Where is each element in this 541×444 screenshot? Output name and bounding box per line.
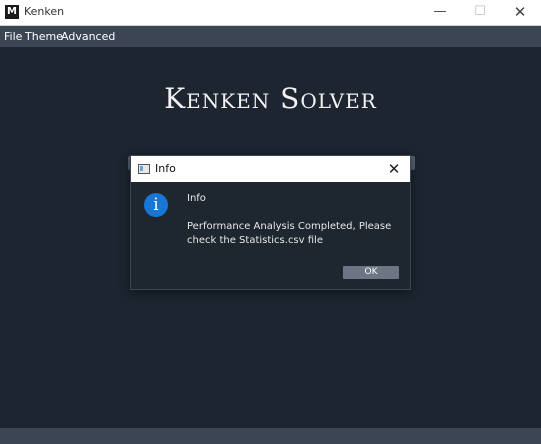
close-window-button[interactable]: ✕ [500, 0, 540, 25]
info-icon: i [144, 193, 168, 217]
ok-button[interactable]: OK [343, 266, 399, 279]
menu-bar: File Theme Advanced [0, 26, 541, 47]
menu-file[interactable]: File [4, 30, 22, 43]
window-title: Kenken [24, 5, 65, 18]
dialog-close-icon[interactable]: ✕ [384, 159, 404, 179]
menu-theme[interactable]: Theme [25, 30, 63, 43]
window-titlebar: M Kenken — ☐ ✕ [0, 0, 541, 26]
menu-advanced[interactable]: Advanced [61, 30, 115, 43]
info-dialog: Info ✕ i Info Performance Analysis Compl… [130, 155, 411, 290]
minimize-button[interactable]: — [420, 0, 460, 25]
dialog-titlebar: Info ✕ [131, 156, 410, 182]
window-icon [138, 164, 150, 174]
status-bar [0, 428, 541, 444]
dialog-heading: Info [187, 193, 206, 204]
maximize-button[interactable]: ☐ [460, 0, 500, 25]
dialog-message: Performance Analysis Completed, Please c… [187, 221, 392, 246]
app-heading: Kenken Solver [164, 82, 377, 115]
dialog-title: Info [155, 162, 176, 175]
app-logo-icon: M [5, 5, 19, 19]
